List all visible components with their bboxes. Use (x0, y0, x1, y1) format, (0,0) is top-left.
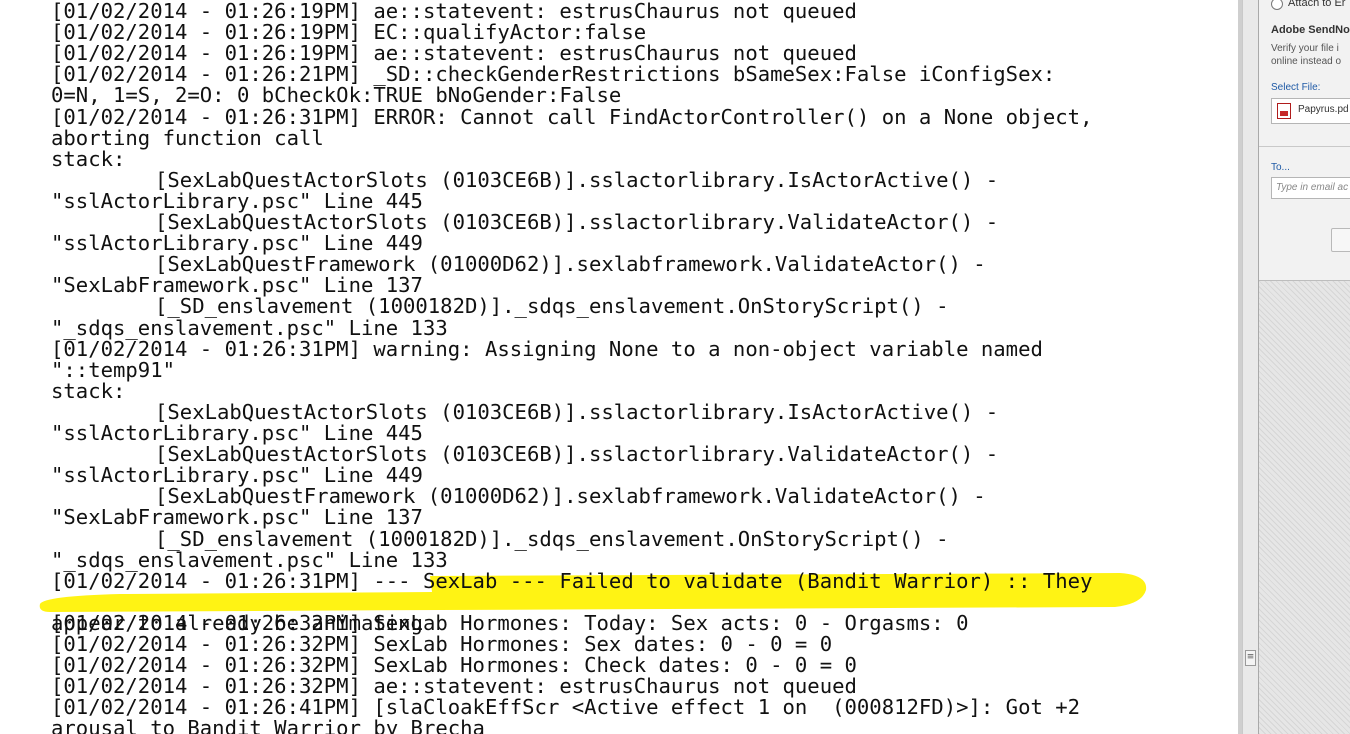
highlighted-log-line: [01/02/2014 - 01:26:31PM] --- SexLab ---… (51, 568, 1093, 593)
pdf-file-icon (1277, 103, 1291, 119)
log-line: stack: (51, 378, 126, 403)
log-line: [01/02/2014 - 01:26:19PM] EC::qualifyAct… (51, 20, 647, 45)
attach-label: Attach to Er (1288, 0, 1346, 9)
log-line: [01/02/2014 - 01:26:19PM] ae::statevent:… (51, 0, 857, 23)
email-placeholder: Type in email ac (1276, 182, 1349, 193)
log-line: [SexLabQuestActorSlots (0103CE6B)].sslac… (155, 210, 999, 234)
file-name: Papyrus.pd (1298, 104, 1349, 115)
verify-text: Verify your file i online instead o (1271, 42, 1341, 68)
log-line: "sslActorLibrary.psc" Line 449 (51, 463, 423, 488)
log-line: [01/02/2014 - 01:26:32PM] SexLab Hormone… (51, 653, 857, 678)
log-line: 0=N, 1=S, 2=O: 0 bCheckOk:TRUE bNoGender… (51, 83, 622, 108)
log-line: aborting function call (51, 125, 324, 150)
log-line: [01/02/2014 - 01:26:32PM] ae::statevent:… (51, 674, 857, 699)
log-line: [01/02/2014 - 01:26:32PM] SexLab Hormone… (51, 632, 833, 656)
verify-text-line-2: online instead o (1271, 56, 1342, 67)
log-line: "sslActorLibrary.psc" Line 445 (51, 421, 423, 445)
log-line: [_SD_enslavement (1000182D)]._sdqs_ensla… (155, 294, 949, 319)
highlighted-log-line: appear to already be animating (51, 610, 423, 635)
log-line: "::temp91" (51, 357, 175, 382)
log-lines: [01/02/2014 - 01:26:19PM] ae::statevent:… (0, 0, 1238, 734)
sendnow-title: Adobe SendNo (1271, 24, 1350, 36)
log-line: [01/02/2014 - 01:26:41PM] [slaCloakEffSc… (51, 695, 1081, 720)
vertical-scrollbar[interactable]: ≡ (1242, 0, 1258, 734)
attach-radio-button[interactable] (1271, 0, 1283, 10)
log-line: [01/02/2014 - 01:26:31PM] warning: Assig… (51, 336, 1043, 361)
log-line: [_SD_enslavement (1000182D)]._sdqs_ensla… (155, 526, 949, 551)
log-line: [SexLabQuestActorSlots (0103CE6B)].sslac… (155, 442, 999, 467)
log-line: [01/02/2014 - 01:26:19PM] ae::statevent:… (51, 41, 857, 66)
log-line: [01/02/2014 - 01:26:31PM] ERROR: Cannot … (51, 104, 1093, 129)
log-line: [SexLabQuestFramework (01000D62)].sexlab… (155, 252, 986, 277)
log-line: "_sdqs_enslavement.psc" Line 133 (51, 315, 448, 340)
log-line: "sslActorLibrary.psc" Line 445 (51, 188, 423, 213)
log-line: stack: (51, 146, 126, 171)
panel-background (1259, 280, 1350, 734)
verify-text-line-1: Verify your file i (1271, 43, 1339, 54)
log-line: "SexLabFramework.psc" Line 137 (51, 273, 423, 298)
scroll-grip-icon[interactable]: ≡ (1245, 650, 1256, 666)
log-line: [SexLabQuestFramework (01000D62)].sexlab… (155, 484, 986, 509)
panel-content: Attach to Er Adobe SendNo Verify your fi… (1259, 0, 1350, 280)
log-line: [SexLabQuestActorSlots (0103CE6B)].sslac… (155, 399, 999, 424)
panel-divider (1259, 146, 1350, 147)
log-line: "SexLabFramework.psc" Line 137 (51, 505, 423, 530)
email-recipient-input[interactable]: Type in email ac (1271, 177, 1350, 199)
log-line: [SexLabQuestActorSlots (0103CE6B)].sslac… (155, 167, 999, 192)
adobe-sendnow-panel: Attach to Er Adobe SendNo Verify your fi… (1258, 0, 1350, 734)
log-line: arousal to Bandit Warrior by Brecha (51, 716, 485, 734)
log-text-viewer[interactable]: [01/02/2014 - 01:26:19PM] ae::statevent:… (0, 0, 1238, 734)
selected-file-field[interactable]: Papyrus.pd (1271, 98, 1350, 124)
panel-action-button[interactable] (1331, 228, 1350, 252)
log-line: "_sdqs_enslavement.psc" Line 133 (51, 547, 448, 572)
to-label[interactable]: To... (1271, 162, 1290, 173)
log-line: "sslActorLibrary.psc" Line 449 (51, 231, 423, 256)
select-file-label: Select File: (1271, 82, 1321, 93)
log-line: [01/02/2014 - 01:26:21PM] _SD::checkGend… (51, 62, 1056, 87)
